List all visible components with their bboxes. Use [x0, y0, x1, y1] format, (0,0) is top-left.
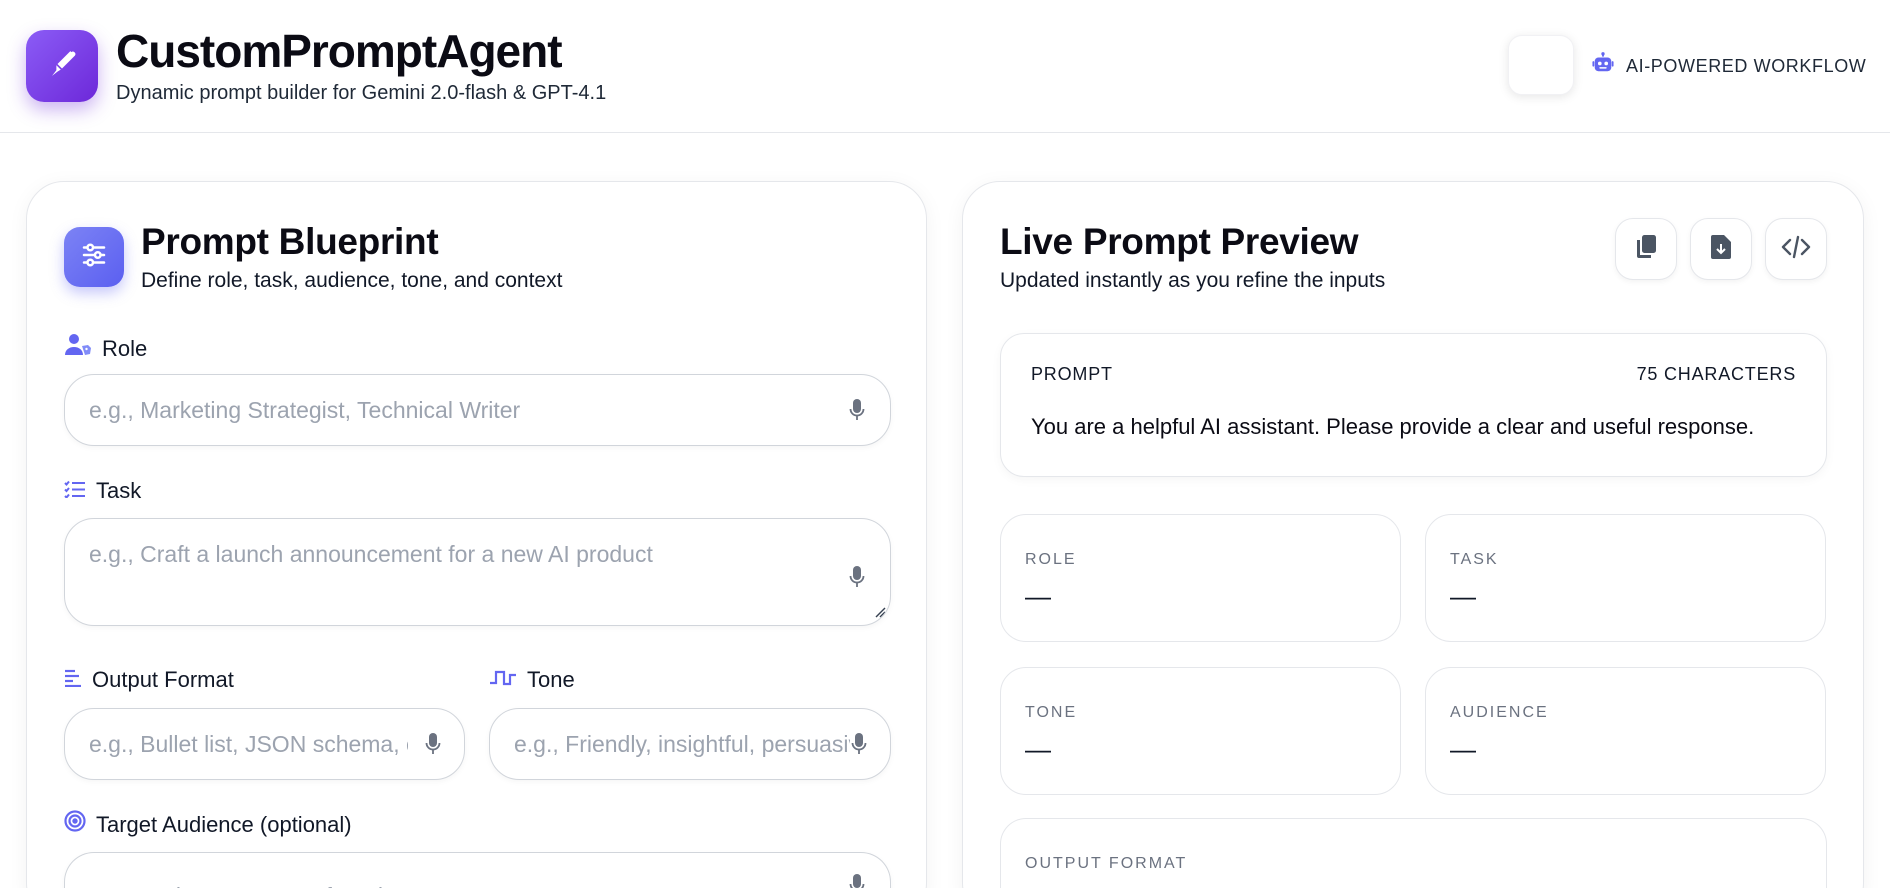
- blueprint-icon-badge: [64, 227, 124, 287]
- tone-summary-card: TONE —: [1000, 667, 1401, 795]
- task-summary-card: TASK —: [1425, 514, 1826, 642]
- blueprint-subtitle: Define role, task, audience, tone, and c…: [141, 269, 563, 292]
- mic-icon[interactable]: [422, 730, 444, 758]
- role-label: Role: [64, 333, 147, 364]
- download-button[interactable]: [1690, 218, 1752, 280]
- download-file-icon: [1710, 234, 1732, 265]
- role-summary-card: ROLE —: [1000, 514, 1401, 642]
- target-icon: [64, 810, 86, 839]
- preview-subtitle: Updated instantly as you refine the inpu…: [1000, 269, 1386, 292]
- tone-label: Tone: [489, 666, 575, 694]
- app-logo: [26, 30, 98, 102]
- prompt-text: You are a helpful AI assistant. Please p…: [1031, 414, 1755, 439]
- code-view-button[interactable]: [1765, 218, 1827, 280]
- workflow-badge: AI-POWERED WORKFLOW: [1592, 52, 1866, 79]
- tone-input-wrapper: [489, 708, 891, 780]
- audience-label: Target Audience (optional): [64, 810, 352, 839]
- task-input-wrapper: [64, 518, 891, 626]
- app-subtitle: Dynamic prompt builder for Gemini 2.0-fl…: [116, 82, 607, 104]
- app-title: CustomPromptAgent: [116, 25, 563, 77]
- mic-icon[interactable]: [846, 563, 868, 591]
- task-input[interactable]: [89, 541, 820, 611]
- mic-icon[interactable]: [848, 730, 870, 758]
- theme-toggle-button[interactable]: [1508, 35, 1574, 95]
- wave-icon: [489, 666, 517, 694]
- output-format-input-wrapper: [64, 708, 465, 780]
- copy-icon: [1634, 234, 1658, 265]
- app-header: CustomPromptAgent Dynamic prompt builder…: [0, 0, 1890, 133]
- user-tag-icon: [64, 333, 92, 364]
- prompt-blueprint-card: Prompt Blueprint Define role, task, audi…: [26, 181, 927, 888]
- output-format-summary-card: OUTPUT FORMAT: [1000, 818, 1827, 888]
- role-input[interactable]: [89, 396, 820, 424]
- task-label: Task: [64, 477, 141, 505]
- prompt-label: PROMPT: [1031, 364, 1113, 384]
- character-count: 75 CHARACTERS: [1636, 364, 1796, 384]
- output-format-input[interactable]: [89, 730, 408, 758]
- audience-input-wrapper: [64, 852, 891, 888]
- resize-handle-icon[interactable]: [874, 605, 886, 623]
- role-input-wrapper: [64, 374, 891, 446]
- tone-input[interactable]: [514, 730, 850, 758]
- code-icon: [1781, 235, 1811, 264]
- output-format-label: Output Format: [64, 666, 234, 694]
- audience-input[interactable]: [89, 883, 820, 888]
- pen-icon: [47, 49, 77, 84]
- sliders-icon: [79, 240, 109, 275]
- mic-icon[interactable]: [846, 396, 868, 424]
- mic-icon[interactable]: [846, 871, 868, 888]
- audience-summary-card: AUDIENCE —: [1425, 667, 1826, 795]
- preview-title: Live Prompt Preview: [1000, 221, 1359, 262]
- copy-button[interactable]: [1615, 218, 1677, 280]
- prompt-output-box: PROMPT 75 CHARACTERS You are a helpful A…: [1000, 333, 1827, 477]
- checklist-icon: [64, 477, 86, 505]
- live-preview-card: Live Prompt Preview Updated instantly as…: [962, 181, 1864, 888]
- align-left-icon: [64, 666, 82, 694]
- robot-icon: [1592, 52, 1614, 79]
- blueprint-title: Prompt Blueprint: [141, 221, 439, 262]
- workflow-badge-text: AI-POWERED WORKFLOW: [1626, 55, 1867, 76]
